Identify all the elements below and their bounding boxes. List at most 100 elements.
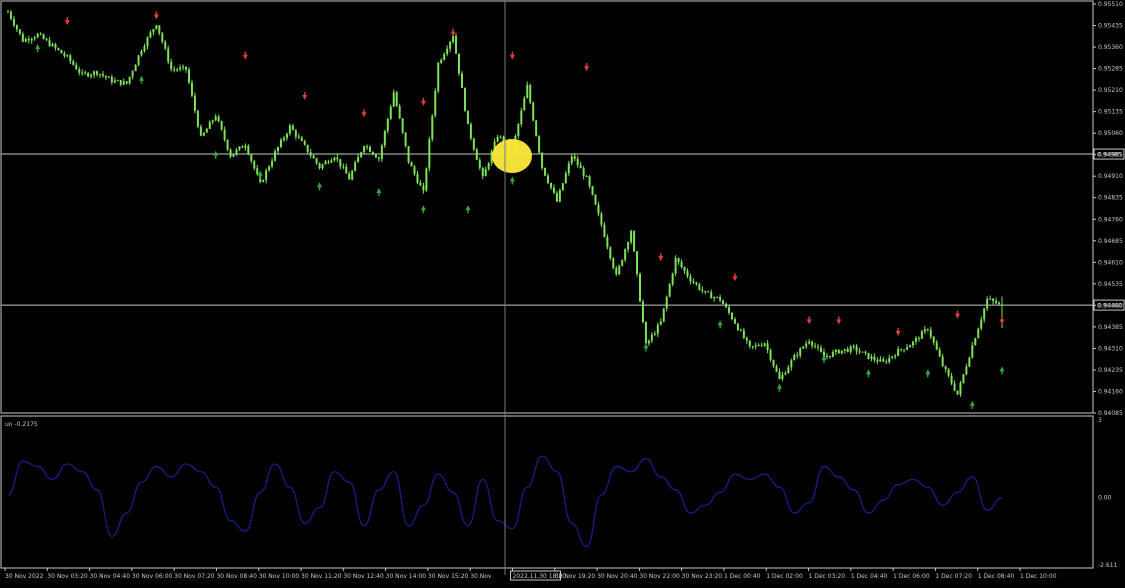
- down-arrow-icon: [658, 253, 664, 262]
- candle-body: [481, 167, 484, 177]
- price-tick-label: 0.94760: [1098, 216, 1123, 223]
- candle-body: [96, 71, 99, 75]
- candle-body: [748, 340, 751, 347]
- candle-body: [885, 361, 888, 363]
- candle-body: [110, 76, 113, 83]
- candle-body: [404, 132, 407, 147]
- candle-body: [698, 284, 701, 290]
- candle-body: [324, 161, 327, 165]
- price-tick-label: 0.94685: [1098, 238, 1123, 245]
- candle-body: [867, 352, 870, 359]
- candle-body: [971, 345, 974, 358]
- candle-body: [167, 48, 170, 62]
- candle-body: [291, 125, 294, 131]
- candle-body: [570, 156, 573, 164]
- candle-body: [662, 308, 665, 322]
- candle-body: [876, 359, 879, 362]
- candle-body: [101, 74, 104, 76]
- candle-body: [161, 33, 164, 42]
- candle-body: [42, 34, 45, 40]
- candle-body: [182, 66, 185, 68]
- candle-body: [18, 29, 21, 34]
- price-tick-label: 0.94610: [1098, 259, 1123, 266]
- candle-body: [223, 129, 226, 140]
- candle-body: [437, 62, 440, 92]
- candle-body: [277, 146, 280, 152]
- candle-body: [535, 120, 538, 137]
- chart-canvas[interactable]: 0.949850.94460 0.955100.954350.953600.95…: [0, 0, 1125, 584]
- candle-body: [104, 75, 107, 78]
- time-tick-label: 30 Nov 10:00: [259, 573, 300, 580]
- down-arrow-icon: [361, 109, 367, 118]
- time-axis: 30 Nov 2022 30 Nov 03:20 30 Nov 04:40 30 No…: [4, 568, 1057, 581]
- candle-body: [766, 343, 769, 350]
- candle-body: [639, 273, 642, 302]
- candle-body: [119, 80, 122, 85]
- candle-body: [680, 262, 683, 268]
- up-arrow-icon: [969, 400, 975, 409]
- time-tick-label: 1 Dec 06:00: [893, 573, 930, 580]
- candle-body: [659, 321, 662, 325]
- candle-body: [953, 383, 956, 391]
- candle-body: [959, 382, 962, 395]
- candle-body: [790, 360, 793, 368]
- down-arrow-icon: [302, 91, 308, 100]
- candle-body: [463, 87, 466, 111]
- candle-body: [152, 29, 155, 33]
- price-axis: 0.95510 0.95435 0.95360 0.95285 0.95210 0.951…: [1093, 1, 1123, 417]
- candle-body: [917, 338, 920, 340]
- candle-body: [48, 40, 51, 47]
- price-tick-label: 0.94535: [1098, 281, 1123, 288]
- price-tick-label: 0.94160: [1098, 388, 1123, 395]
- candle-body: [923, 329, 926, 332]
- candle-body: [760, 345, 763, 347]
- time-tick-label: 30 Nov 08:40: [216, 573, 257, 580]
- candle-body: [179, 67, 182, 70]
- candle-body: [911, 341, 914, 346]
- candle-body: [238, 146, 241, 150]
- candle-body: [351, 170, 354, 180]
- candle-body: [425, 168, 428, 191]
- candle-body: [728, 307, 731, 313]
- up-arrow-icon: [865, 369, 871, 378]
- up-arrow-icon: [376, 188, 382, 197]
- up-arrow-icon: [821, 354, 827, 363]
- candle-body: [54, 44, 57, 48]
- candle-body: [692, 281, 695, 283]
- candle-body: [704, 290, 707, 292]
- candle-body: [185, 66, 188, 70]
- candle-body: [689, 276, 692, 282]
- candle-body: [366, 146, 369, 148]
- down-arrow-icon: [999, 316, 1005, 325]
- candle-body: [368, 146, 371, 152]
- time-tick-label: 1 Dec 02:00: [766, 573, 803, 580]
- candle-body: [116, 80, 119, 82]
- candle-body: [950, 375, 953, 384]
- up-arrow-icon: [776, 383, 782, 392]
- time-tick-label: 30 Nov 11:20: [301, 573, 342, 580]
- candle-body: [986, 298, 989, 309]
- up-arrow-icon: [509, 176, 515, 185]
- candle-body: [202, 132, 205, 136]
- time-tick-label: 30 Nov 15:20: [428, 573, 469, 580]
- candle-body: [683, 267, 686, 271]
- candle-body: [164, 41, 167, 49]
- candle-body: [57, 47, 60, 50]
- candle-body: [193, 95, 196, 111]
- time-tick-label: 30 Nov 04:40: [90, 573, 131, 580]
- candle-body: [799, 348, 802, 356]
- up-arrow-icon: [420, 205, 426, 214]
- time-tick-label: 30 Nov 06:00: [132, 573, 173, 580]
- candle-body: [555, 192, 558, 202]
- candle-body: [870, 356, 873, 359]
- price-tick-label: 0.95210: [1098, 87, 1123, 94]
- candle-body: [861, 351, 864, 353]
- candle-body: [297, 136, 300, 138]
- candle-body: [900, 349, 903, 351]
- candle-body: [410, 162, 413, 167]
- candle-body: [920, 331, 923, 339]
- candle-body: [315, 158, 318, 164]
- candle-body: [199, 126, 202, 136]
- candle-body: [825, 355, 828, 357]
- candle-body: [440, 59, 443, 63]
